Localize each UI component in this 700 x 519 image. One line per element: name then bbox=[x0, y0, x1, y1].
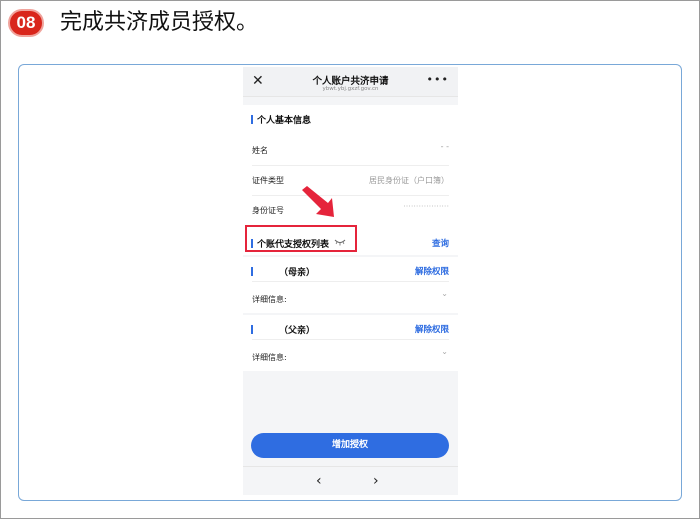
highlight-box bbox=[245, 225, 357, 252]
section-accent-bar bbox=[251, 267, 253, 276]
member-relation: （父亲） bbox=[251, 323, 315, 336]
id-number-label: 身份证号 bbox=[252, 206, 284, 215]
chevron-down-icon[interactable]: ⌄ bbox=[441, 347, 448, 356]
id-number-value: ·················· bbox=[403, 202, 449, 211]
divider bbox=[252, 339, 449, 340]
name-value: - - bbox=[440, 142, 449, 151]
step-badge: 08 bbox=[8, 9, 44, 37]
member-relation-text: （父亲） bbox=[279, 326, 316, 336]
divider bbox=[252, 281, 449, 282]
member-relation: （母亲） bbox=[251, 265, 315, 278]
chevron-right-icon[interactable]: › bbox=[373, 473, 379, 489]
section-accent-bar bbox=[251, 325, 253, 334]
member-relation-text: （母亲） bbox=[279, 268, 316, 278]
member-card-father: （父亲） 解除权限 详细信息: ⌄ bbox=[243, 315, 458, 371]
detail-label: 详细信息: bbox=[252, 295, 287, 304]
id-type-label: 证件类型 bbox=[252, 176, 284, 185]
section-accent-bar bbox=[251, 115, 253, 124]
arrow-annotation-icon bbox=[302, 186, 334, 217]
page-url: ybwt.ybj.gxzf.gov.cn bbox=[322, 86, 379, 92]
basic-info-heading-text: 个人基本信息 bbox=[257, 116, 312, 126]
divider bbox=[252, 165, 449, 166]
chevron-left-icon[interactable]: ‹ bbox=[316, 473, 322, 489]
basic-info-section: 个人基本信息 姓名 - - 证件类型 居民身份证（户口簿） 身份证号 ·····… bbox=[243, 105, 458, 229]
divider bbox=[252, 195, 449, 196]
step-title: 完成共济成员授权。 bbox=[60, 10, 259, 35]
revoke-button[interactable]: 解除权限 bbox=[415, 323, 449, 335]
mobile-top-bar: ✕ 个人账户共济申请 ybwt.ybj.gxzf.gov.cn ••• bbox=[243, 67, 458, 97]
add-authorization-button[interactable]: 增加授权 bbox=[251, 433, 449, 458]
detail-label: 详细信息: bbox=[252, 353, 287, 362]
more-icon[interactable]: ••• bbox=[427, 74, 449, 86]
revoke-button[interactable]: 解除权限 bbox=[415, 265, 449, 277]
name-label: 姓名 bbox=[252, 146, 268, 155]
member-card-mother: （母亲） 解除权限 详细信息: ⌄ bbox=[243, 257, 458, 313]
mobile-screen: ✕ 个人账户共济申请 ybwt.ybj.gxzf.gov.cn ••• 个人基本… bbox=[243, 67, 458, 495]
basic-info-heading: 个人基本信息 bbox=[251, 113, 311, 126]
mobile-nav-bar: ‹ › bbox=[243, 466, 458, 495]
query-link[interactable]: 查询 bbox=[432, 237, 449, 249]
id-type-value: 居民身份证（户口簿） bbox=[369, 176, 449, 185]
chevron-down-icon[interactable]: ⌄ bbox=[441, 289, 448, 298]
